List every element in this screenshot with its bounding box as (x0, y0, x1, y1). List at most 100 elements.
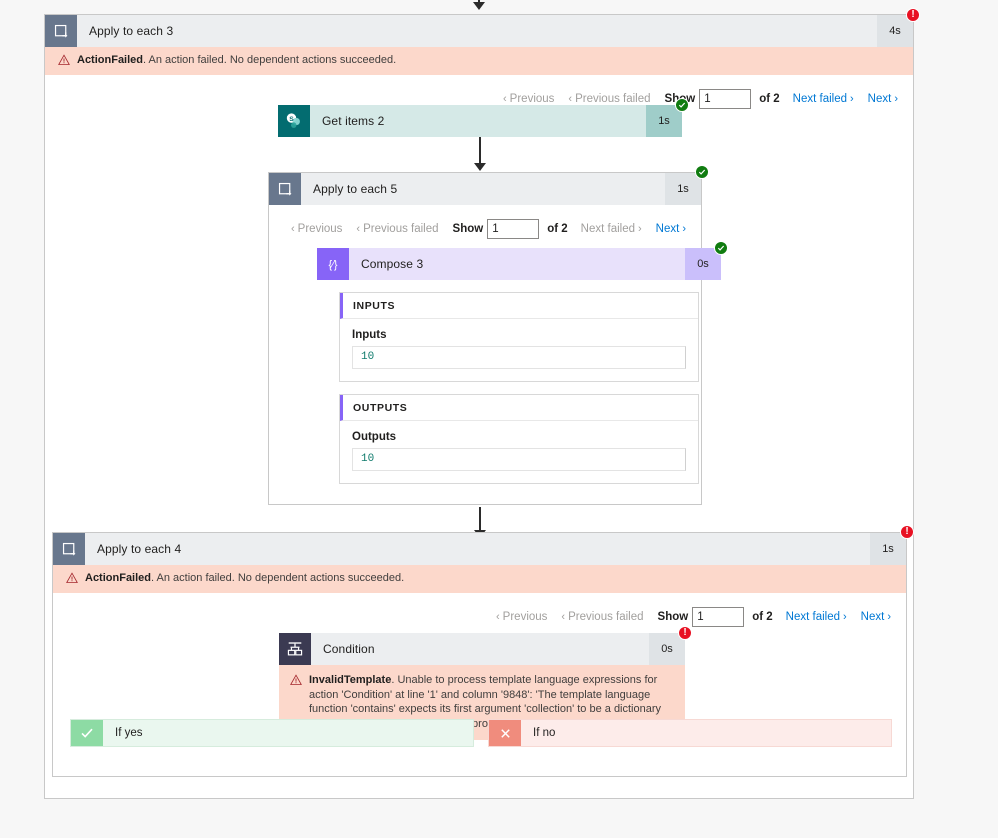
get-items-2-title: Get items 2 (322, 114, 385, 128)
previous-failed-label: Previous failed (363, 223, 439, 235)
warning-icon (287, 673, 305, 686)
branch-if-yes-label: If yes (115, 727, 143, 739)
apply-to-each-4-header[interactable]: Apply to each 4 1s ! (53, 525, 914, 565)
compose-3-details: INPUTS Inputs 10 OUTPUTS Outputs 10 (317, 280, 721, 512)
apply-to-each-3-error: ActionFailed. An action failed. No depen… (45, 47, 913, 75)
show-label-loop5: Show (452, 223, 484, 235)
apply-to-each-5-pager: ‹ Previous ‹ Previous failed Show of 2 N… (269, 217, 701, 241)
chevron-left-icon: ‹ (568, 92, 573, 105)
compose-3-inputs-body: Inputs 10 (340, 319, 698, 381)
compose-icon: {∕} (317, 248, 349, 280)
page-number-input-loop4[interactable] (692, 607, 745, 627)
cross-icon (489, 720, 521, 746)
compose-3-outputs-header: OUTPUTS (340, 395, 698, 421)
previous-failed-button-loop5[interactable]: ‹ Previous failed (349, 223, 445, 235)
show-label-loop4: Show (657, 611, 689, 623)
loop-icon (269, 173, 301, 205)
previous-label: Previous (297, 223, 343, 235)
next-failed-button-loop3[interactable]: Next failed › (786, 93, 861, 105)
compose-3-inputs-section: INPUTS Inputs 10 (339, 292, 699, 382)
previous-button-loop5[interactable]: ‹ Previous (284, 223, 349, 235)
condition-header[interactable]: Condition 0s ! (279, 626, 692, 665)
branch-if-no-label: If no (533, 727, 556, 739)
previous-button-loop4[interactable]: ‹ Previous (489, 611, 554, 623)
chevron-right-icon: › (887, 610, 891, 623)
get-items-2-header[interactable]: S Get items 2 1s (278, 98, 689, 137)
chevron-right-icon: › (850, 92, 854, 105)
condition-title: Condition (323, 642, 375, 656)
branch-if-no[interactable]: If no (488, 719, 892, 747)
apply-to-each-3-scope: Apply to each 3 4s ! ActionFailed. An ac… (44, 8, 920, 799)
next-label: Next (655, 223, 680, 235)
check-icon (71, 720, 103, 746)
next-failed-label: Next failed (580, 223, 635, 235)
apply-to-each-5-scope: Apply to each 5 1s ‹ Previous ‹ Previous… (268, 165, 728, 505)
chevron-left-icon: ‹ (561, 610, 566, 623)
previous-failed-button-loop3[interactable]: ‹ Previous failed (561, 93, 657, 105)
next-label: Next (860, 611, 885, 623)
previous-failed-label: Previous failed (575, 93, 651, 105)
svg-text:S: S (289, 116, 294, 123)
chevron-left-icon: ‹ (356, 222, 361, 235)
apply-to-each-5-header[interactable]: Apply to each 5 1s (269, 165, 709, 205)
apply-to-each-4-error-message: . An action failed. No dependent actions… (151, 572, 405, 584)
apply-to-each-3-title: Apply to each 3 (89, 24, 174, 38)
previous-failed-label: Previous failed (568, 611, 644, 623)
page-number-input-loop3[interactable] (699, 89, 752, 109)
apply-to-each-4-title: Apply to each 4 (97, 542, 182, 556)
loop-icon (45, 15, 77, 47)
next-button-loop5[interactable]: Next › (649, 223, 693, 235)
chevron-right-icon: › (894, 92, 898, 105)
chevron-left-icon: ‹ (291, 222, 295, 235)
next-button-loop4[interactable]: Next › (854, 611, 898, 623)
compose-3-title: Compose 3 (361, 257, 424, 271)
branch-if-yes[interactable]: If yes (70, 719, 474, 747)
previous-label: Previous (502, 611, 548, 623)
next-button-loop3[interactable]: Next › (861, 93, 905, 105)
apply-to-each-3-status-badge: ! (906, 8, 920, 22)
condition-branches: If yes If no (70, 719, 892, 747)
condition-error-code: InvalidTemplate (309, 674, 392, 686)
down-arrow-icon (474, 163, 486, 171)
next-failed-label: Next failed (785, 611, 840, 623)
apply-to-each-4-error-text: ActionFailed. An action failed. No depen… (81, 571, 404, 586)
apply-to-each-4-duration: 1s (870, 533, 906, 565)
previous-failed-button-loop4[interactable]: ‹ Previous failed (554, 611, 650, 623)
get-items-2-card[interactable]: S Get items 2 1s (278, 98, 689, 137)
chevron-left-icon: ‹ (503, 92, 507, 105)
condition-status-badge: ! (678, 626, 692, 640)
compose-3-inputs-value: 10 (352, 346, 686, 369)
apply-to-each-4-scope: Apply to each 4 1s ! ActionFailed. An ac… (52, 525, 914, 777)
compose-3-outputs-value: 10 (352, 448, 686, 471)
apply-to-each-5-title: Apply to each 5 (313, 182, 398, 196)
apply-to-each-5-status-badge (695, 165, 709, 179)
previous-button-loop3[interactable]: ‹ Previous (496, 93, 561, 105)
apply-to-each-4-error-code: ActionFailed (85, 572, 152, 584)
of-count-loop4: of 2 (752, 611, 773, 623)
warning-icon (55, 53, 73, 66)
loop-icon (53, 533, 85, 565)
compose-3-outputs-body: Outputs 10 (340, 421, 698, 483)
compose-3-header[interactable]: {∕} Compose 3 0s (317, 241, 728, 280)
compose-3-outputs-label: Outputs (352, 431, 397, 443)
of-count-loop5: of 2 (547, 223, 568, 235)
apply-to-each-3-error-code: ActionFailed (77, 54, 144, 66)
svg-text:{∕}: {∕} (328, 259, 337, 271)
compose-3-card: {∕} Compose 3 0s INPUTS Inputs 10 OUTPUT… (317, 241, 728, 512)
next-failed-button-loop5[interactable]: Next failed › (574, 223, 649, 235)
next-failed-button-loop4[interactable]: Next failed › (779, 611, 854, 623)
apply-to-each-3-header[interactable]: Apply to each 3 4s ! (45, 8, 920, 47)
warning-icon (63, 571, 81, 584)
chevron-right-icon: › (682, 222, 686, 235)
apply-to-each-5-duration: 1s (665, 173, 701, 205)
chevron-right-icon: › (638, 222, 642, 235)
sharepoint-icon: S (278, 105, 310, 137)
apply-to-each-4-pager: ‹ Previous ‹ Previous failed Show of 2 N… (53, 605, 906, 629)
page-number-input-loop5[interactable] (487, 219, 540, 239)
down-arrow-icon (473, 2, 485, 10)
apply-to-each-3-error-text: ActionFailed. An action failed. No depen… (73, 53, 396, 68)
apply-to-each-4-status-badge: ! (900, 525, 914, 539)
apply-to-each-4-error: ActionFailed. An action failed. No depen… (53, 565, 906, 593)
next-failed-label: Next failed (792, 93, 847, 105)
get-items-2-status-badge (675, 98, 689, 112)
